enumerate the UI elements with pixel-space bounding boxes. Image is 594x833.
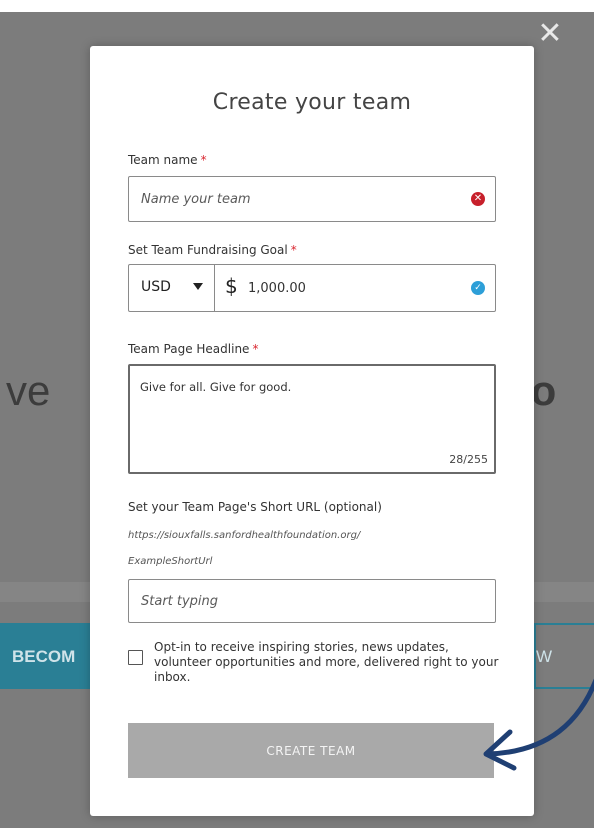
check-icon: ✓ xyxy=(471,281,485,295)
character-count: 28/255 xyxy=(449,453,488,466)
close-icon[interactable]: ✕ xyxy=(536,19,564,49)
goal-label: Set Team Fundraising Goal * xyxy=(128,243,297,257)
required-marker: * xyxy=(252,342,259,356)
team-name-input[interactable] xyxy=(141,177,441,221)
required-marker: * xyxy=(290,243,297,257)
team-name-label: Team name * xyxy=(128,153,207,167)
team-name-field[interactable]: ✕ xyxy=(128,176,496,222)
create-team-modal: Create your team Team name* ✕ Set Team F… xyxy=(90,46,534,816)
required-marker: * xyxy=(200,153,207,167)
optin-checkbox[interactable] xyxy=(128,650,143,665)
optin-label: Opt-in to receive inspiring stories, new… xyxy=(154,640,499,684)
currency-select[interactable]: USD xyxy=(129,265,215,311)
goal-field: USD $ ✓ xyxy=(128,264,496,312)
background-headline-left: ve xyxy=(6,367,51,414)
modal-title: Create your team xyxy=(212,90,412,115)
headline-label: Team Page Headline * xyxy=(128,342,258,356)
short-url-label: Set your Team Page's Short URL (optional… xyxy=(128,500,382,514)
team-name-label-text: Team name xyxy=(128,153,198,167)
headline-field: 28/255 xyxy=(128,364,496,474)
currency-value: USD xyxy=(141,279,171,295)
dollar-sign: $ xyxy=(225,274,238,298)
create-team-button[interactable]: CREATE TEAM xyxy=(128,723,494,778)
error-icon: ✕ xyxy=(471,192,485,206)
annotation-arrow-shaft xyxy=(485,678,594,757)
background-become-button: BECOM xyxy=(0,623,92,689)
goal-amount-input[interactable] xyxy=(248,265,448,311)
goal-label-text: Set Team Fundraising Goal xyxy=(128,243,288,257)
annotation-arrow xyxy=(483,678,594,771)
short-url-example: ExampleShortUrl xyxy=(128,556,213,567)
caret-down-icon xyxy=(193,283,203,290)
headline-textarea[interactable] xyxy=(140,380,480,450)
headline-label-text: Team Page Headline xyxy=(128,342,250,356)
short-url-input[interactable] xyxy=(141,580,481,622)
short-url-field[interactable] xyxy=(128,579,496,623)
short-url-base: https://siouxfalls.sanfordhealthfoundati… xyxy=(128,530,361,541)
